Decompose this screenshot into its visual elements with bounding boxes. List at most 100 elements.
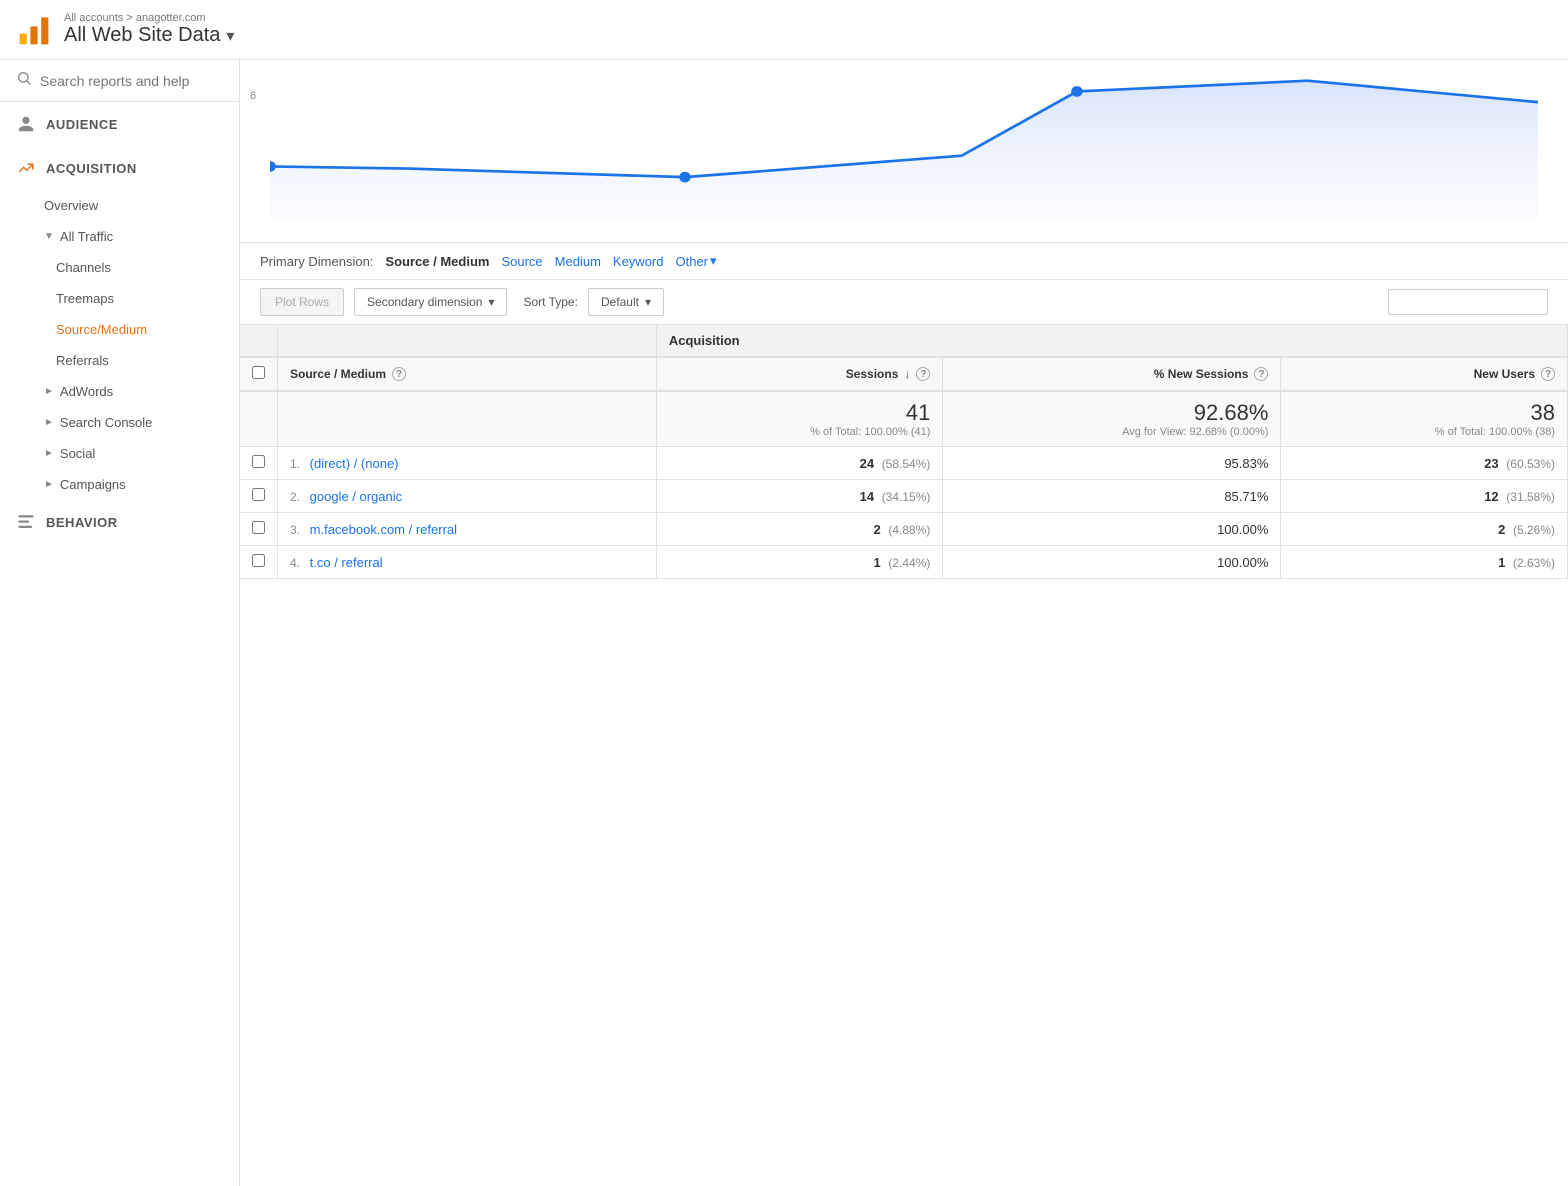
row-checkbox-cell[interactable] [240, 447, 278, 480]
primary-dimension-medium[interactable]: Medium [555, 254, 601, 269]
sidebar-item-adwords[interactable]: ► AdWords [0, 376, 239, 407]
pct-new-value: 100.00% [1217, 555, 1268, 570]
chart-container: 6 [240, 60, 1568, 240]
source-medium-link[interactable]: google / organic [310, 489, 403, 504]
sidebar-item-channels[interactable]: Channels [0, 252, 239, 283]
social-expand-arrow: ► [44, 448, 54, 459]
breadcrumb: All accounts > anagotter.com [64, 12, 234, 24]
table-row: 3. m.facebook.com / referral 2 (4.88%) 1… [240, 513, 1568, 546]
total-label-cell [278, 391, 657, 447]
row-new-users: 1 (2.63%) [1281, 546, 1568, 579]
row-sessions: 24 (58.54%) [656, 447, 943, 480]
pct-new-sessions-help-icon[interactable]: ? [1254, 367, 1268, 381]
sidebar-item-campaigns[interactable]: ► Campaigns [0, 469, 239, 500]
sidebar-item-behavior[interactable]: BEHAVIOR [0, 500, 239, 544]
primary-dimension-keyword[interactable]: Keyword [613, 254, 664, 269]
row-sessions: 1 (2.44%) [656, 546, 943, 579]
new-users-pct: (2.63%) [1513, 556, 1555, 570]
row-pct-new: 95.83% [943, 447, 1281, 480]
site-title: All Web Site Data ▾ [64, 24, 234, 47]
total-new-users-sub: % of Total: 100.00% (38) [1293, 426, 1555, 438]
select-all-checkbox[interactable] [252, 366, 265, 379]
th-sessions[interactable]: Sessions ↓ ? [656, 357, 943, 391]
row-checkbox-cell[interactable] [240, 546, 278, 579]
row-sessions: 14 (34.15%) [656, 480, 943, 513]
row-source-medium: 4. t.co / referral [278, 546, 657, 579]
sidebar-item-overview[interactable]: Overview [0, 190, 239, 221]
content-area: 6 [240, 60, 1568, 1186]
total-sessions-sub: % of Total: 100.00% (41) [669, 426, 931, 438]
th-checkbox [240, 325, 278, 357]
row-number: 1. [290, 457, 300, 471]
pct-new-value: 100.00% [1217, 522, 1268, 537]
main-layout: AUDIENCE ACQUISITION Overview ▼ All Traf… [0, 60, 1568, 1186]
table-search-input[interactable] [1388, 289, 1548, 315]
sidebar: AUDIENCE ACQUISITION Overview ▼ All Traf… [0, 60, 240, 1186]
sidebar-item-referrals[interactable]: Referrals [0, 345, 239, 376]
row-number: 4. [290, 556, 300, 570]
sidebar-item-search-console[interactable]: ► Search Console [0, 407, 239, 438]
row-source-medium: 1. (direct) / (none) [278, 447, 657, 480]
sort-type-label: Sort Type: [523, 295, 577, 309]
audience-label: AUDIENCE [46, 117, 118, 132]
search-input[interactable] [40, 73, 223, 89]
header-text: All accounts > anagotter.com All Web Sit… [64, 12, 234, 47]
plot-rows-button[interactable]: Plot Rows [260, 288, 344, 316]
row-source-medium: 3. m.facebook.com / referral [278, 513, 657, 546]
th-new-users[interactable]: New Users ? [1281, 357, 1568, 391]
row-checkbox-cell[interactable] [240, 480, 278, 513]
secondary-dimension-dropdown[interactable]: Secondary dimension ▾ [354, 288, 507, 316]
sort-default-dropdown[interactable]: Default ▾ [588, 288, 664, 316]
chart-area: 6 [240, 60, 1568, 243]
row-checkbox[interactable] [252, 455, 265, 468]
sidebar-item-treemaps[interactable]: Treemaps [0, 283, 239, 314]
source-medium-link[interactable]: (direct) / (none) [310, 456, 399, 471]
total-new-users-cell: 38 % of Total: 100.00% (38) [1281, 391, 1568, 447]
row-checkbox-cell[interactable] [240, 513, 278, 546]
site-dropdown-arrow[interactable]: ▾ [226, 26, 234, 46]
toolbar: Plot Rows Secondary dimension ▾ Sort Typ… [240, 280, 1568, 325]
primary-dimension-selected: Source / Medium [385, 254, 489, 269]
data-table: Acquisition Source / Medium ? [240, 325, 1568, 579]
adwords-expand-arrow: ► [44, 386, 54, 397]
sort-dropdown-arrow: ▾ [645, 295, 651, 309]
sidebar-item-audience[interactable]: AUDIENCE [0, 102, 239, 146]
source-medium-link[interactable]: t.co / referral [310, 555, 383, 570]
sidebar-item-acquisition[interactable]: ACQUISITION [0, 146, 239, 190]
primary-dimension-other[interactable]: Other ▾ [675, 253, 716, 269]
sidebar-item-source-medium[interactable]: Source/Medium [0, 314, 239, 345]
th-select-all[interactable] [240, 357, 278, 391]
primary-dimension-source[interactable]: Source [501, 254, 542, 269]
row-number: 2. [290, 490, 300, 504]
total-checkbox-cell [240, 391, 278, 447]
new-users-pct: (31.58%) [1506, 490, 1555, 504]
total-new-users-value: 38 [1531, 400, 1555, 425]
total-pct-new-sub: Avg for View: 92.68% (0.00%) [955, 426, 1268, 438]
sidebar-item-all-traffic[interactable]: ▼ All Traffic [0, 221, 239, 252]
table-row: 1. (direct) / (none) 24 (58.54%) 95.83% … [240, 447, 1568, 480]
row-checkbox[interactable] [252, 488, 265, 501]
row-checkbox[interactable] [252, 521, 265, 534]
sessions-pct: (34.15%) [882, 490, 931, 504]
sessions-help-icon[interactable]: ? [916, 367, 930, 381]
row-new-users: 12 (31.58%) [1281, 480, 1568, 513]
source-medium-help-icon[interactable]: ? [392, 367, 406, 381]
sessions-value: 1 [874, 555, 881, 570]
th-pct-new-sessions[interactable]: % New Sessions ? [943, 357, 1281, 391]
row-new-users: 23 (60.53%) [1281, 447, 1568, 480]
source-medium-link[interactable]: m.facebook.com / referral [310, 522, 457, 537]
new-users-value: 12 [1484, 489, 1498, 504]
sidebar-item-social[interactable]: ► Social [0, 438, 239, 469]
new-users-help-icon[interactable]: ? [1541, 367, 1555, 381]
secondary-dim-dropdown-arrow: ▾ [488, 295, 494, 309]
th-source-medium[interactable]: Source / Medium ? [278, 357, 657, 391]
sessions-value: 2 [874, 522, 881, 537]
search-icon [16, 70, 32, 91]
total-sessions-cell: 41 % of Total: 100.00% (41) [656, 391, 943, 447]
primary-dimension-label: Primary Dimension: [260, 254, 373, 269]
new-users-pct: (60.53%) [1506, 457, 1555, 471]
search-console-expand-arrow: ► [44, 417, 54, 428]
th-acquisition-group: Acquisition [656, 325, 1567, 357]
row-checkbox[interactable] [252, 554, 265, 567]
behavior-icon [16, 512, 36, 532]
